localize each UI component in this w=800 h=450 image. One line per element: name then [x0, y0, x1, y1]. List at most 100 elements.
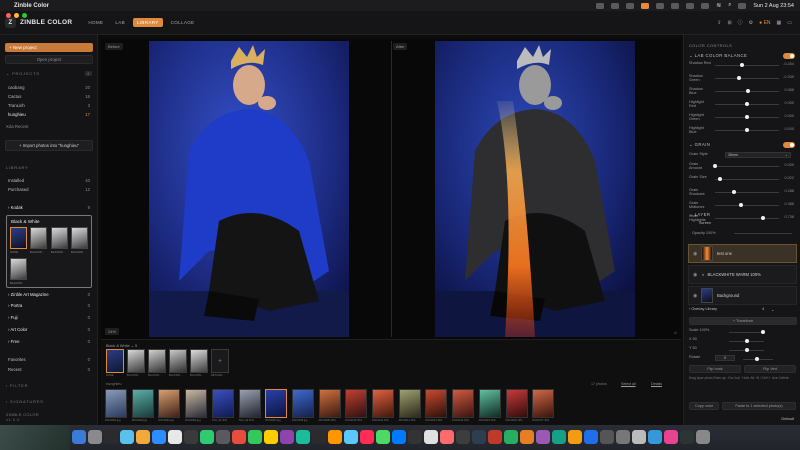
- dock-app-icon[interactable]: [344, 430, 358, 444]
- lab-slider-track[interactable]: [715, 65, 779, 66]
- select-all-link[interactable]: Select all: [621, 382, 636, 386]
- dock-app-icon[interactable]: [296, 430, 310, 444]
- dock-app-icon[interactable]: [520, 430, 534, 444]
- dock-app-icon[interactable]: [72, 430, 86, 444]
- dock-app-icon[interactable]: [264, 430, 278, 444]
- dock-app-icon[interactable]: [600, 430, 614, 444]
- dock-app-icon[interactable]: [552, 430, 566, 444]
- dock-app-icon[interactable]: [680, 430, 694, 444]
- slider-knob[interactable]: [745, 348, 749, 353]
- lab-balance-header[interactable]: ⌄ LAB COLOR BALANCE: [689, 53, 747, 59]
- slider-knob[interactable]: [738, 203, 743, 208]
- film-thumb[interactable]: [238, 389, 261, 418]
- dock-app-icon[interactable]: [200, 430, 214, 444]
- layer-row-selected[interactable]: ◉ test one: [688, 244, 797, 263]
- project-item[interactable]: TranLinh 3: [8, 103, 90, 108]
- projects-header[interactable]: ⌄ PROJECTS 4: [6, 71, 92, 76]
- film-thumb[interactable]: [345, 389, 368, 418]
- dock-app-icon[interactable]: [392, 430, 406, 444]
- menu-app-name[interactable]: Zinble Color: [14, 3, 49, 9]
- slider-knob[interactable]: [745, 102, 749, 107]
- collection-kodak[interactable]: › Kodak 9: [8, 205, 90, 210]
- collection-item[interactable]: › Zinble Art Magazine 0: [8, 292, 90, 297]
- project-item[interactable]: Cactus 16: [8, 94, 90, 99]
- compare-divider[interactable]: [391, 41, 392, 337]
- layer-row[interactable]: ◉ Background: [688, 286, 797, 305]
- dock-app-icon[interactable]: [584, 430, 598, 444]
- after-image[interactable]: [435, 41, 635, 337]
- grain-slider-track[interactable]: [715, 192, 779, 193]
- grain-slider-track[interactable]: [715, 179, 779, 180]
- minimize-window-button[interactable]: [14, 13, 19, 18]
- recent-item[interactable]: Recent 0: [8, 367, 90, 372]
- control-center-icon[interactable]: [738, 2, 747, 9]
- eye-icon[interactable]: ◉: [693, 272, 699, 278]
- dock-app-icon[interactable]: [184, 430, 198, 444]
- status-icon[interactable]: [686, 2, 695, 9]
- status-icon[interactable]: [641, 2, 650, 9]
- library-item-purchased[interactable]: Purchased 12: [8, 187, 90, 192]
- bluetooth-icon[interactable]: [671, 2, 680, 9]
- blend-mode-select[interactable]: Screen: [689, 221, 797, 228]
- flip-horizontal-button[interactable]: Flip horiz: [689, 365, 741, 373]
- collection-item[interactable]: › Art Color 0: [8, 327, 90, 332]
- search-icon[interactable]: ⌕: [728, 2, 731, 9]
- status-icon[interactable]: [611, 2, 620, 9]
- new-project-button[interactable]: + New project: [5, 43, 93, 52]
- dock-app-icon[interactable]: [136, 430, 150, 444]
- film-thumb-selected[interactable]: [265, 389, 288, 418]
- collection-item[interactable]: › Free 0: [8, 339, 90, 344]
- filter-header[interactable]: › FILTER: [6, 383, 28, 388]
- dock-app-icon[interactable]: [440, 430, 454, 444]
- grain-toggle[interactable]: [783, 142, 795, 148]
- grid-icon[interactable]: ▦: [777, 20, 782, 26]
- import-photos-button[interactable]: + Import photos into "hunghieu": [5, 140, 93, 151]
- preset-thumb[interactable]: [71, 227, 88, 249]
- dock-app-icon[interactable]: [328, 430, 342, 444]
- dock-app-icon[interactable]: [632, 430, 646, 444]
- slider-knob[interactable]: [732, 190, 737, 195]
- transform-button[interactable]: + Transform: [689, 317, 797, 325]
- library-item-installed[interactable]: Installed 40: [8, 178, 90, 183]
- dock-app-icon[interactable]: [536, 430, 550, 444]
- film-thumb[interactable]: [158, 389, 181, 418]
- layer-header[interactable]: ⌄ LAYER: [689, 212, 710, 218]
- slider-knob[interactable]: [745, 115, 749, 120]
- slider-knob[interactable]: [739, 63, 744, 68]
- open-project-button[interactable]: Open project: [5, 55, 93, 64]
- user-menu[interactable]: ● EN: [759, 20, 770, 26]
- film-thumb[interactable]: [185, 389, 208, 418]
- rotate-input[interactable]: 0: [715, 355, 735, 361]
- tab-lab[interactable]: LAB: [111, 18, 129, 27]
- preset-thumb-selected[interactable]: [106, 349, 124, 373]
- slider-knob[interactable]: [737, 76, 742, 81]
- signature-header[interactable]: › SIGNATURES: [6, 399, 44, 404]
- film-thumb[interactable]: [398, 389, 421, 418]
- dock-app-icon[interactable]: [104, 430, 118, 444]
- preset-thumb[interactable]: [190, 349, 208, 373]
- compare-canvas[interactable]: Before 24% After ⊙: [101, 39, 681, 339]
- grain-slider-track[interactable]: [715, 166, 779, 167]
- slider-knob[interactable]: [746, 89, 751, 94]
- dock-app-icon[interactable]: [456, 430, 470, 444]
- film-thumb[interactable]: [291, 389, 314, 418]
- grain-slider-track[interactable]: [715, 218, 779, 219]
- dock-app-icon[interactable]: [504, 430, 518, 444]
- paste-color-button[interactable]: Paste to 1 selected photo(s): [722, 402, 796, 410]
- dock-app-icon[interactable]: [376, 430, 390, 444]
- eye-icon[interactable]: ◉: [693, 293, 699, 299]
- zoom-indicator[interactable]: 24%: [105, 328, 120, 335]
- details-link[interactable]: Details: [651, 382, 662, 386]
- cart-icon[interactable]: ⊞: [727, 20, 731, 26]
- bw-collection-title[interactable]: Black & White: [11, 219, 40, 224]
- close-window-button[interactable]: [6, 13, 11, 18]
- slider-knob[interactable]: [718, 177, 723, 182]
- preset-thumb[interactable]: [10, 258, 27, 280]
- status-icon[interactable]: [626, 2, 635, 9]
- dock-app-icon[interactable]: [568, 430, 582, 444]
- zoom-window-button[interactable]: [22, 13, 27, 18]
- slider-knob[interactable]: [713, 164, 717, 169]
- dock-app-icon[interactable]: [88, 430, 102, 444]
- film-thumb[interactable]: [131, 389, 154, 418]
- dock-app-icon[interactable]: [152, 430, 166, 444]
